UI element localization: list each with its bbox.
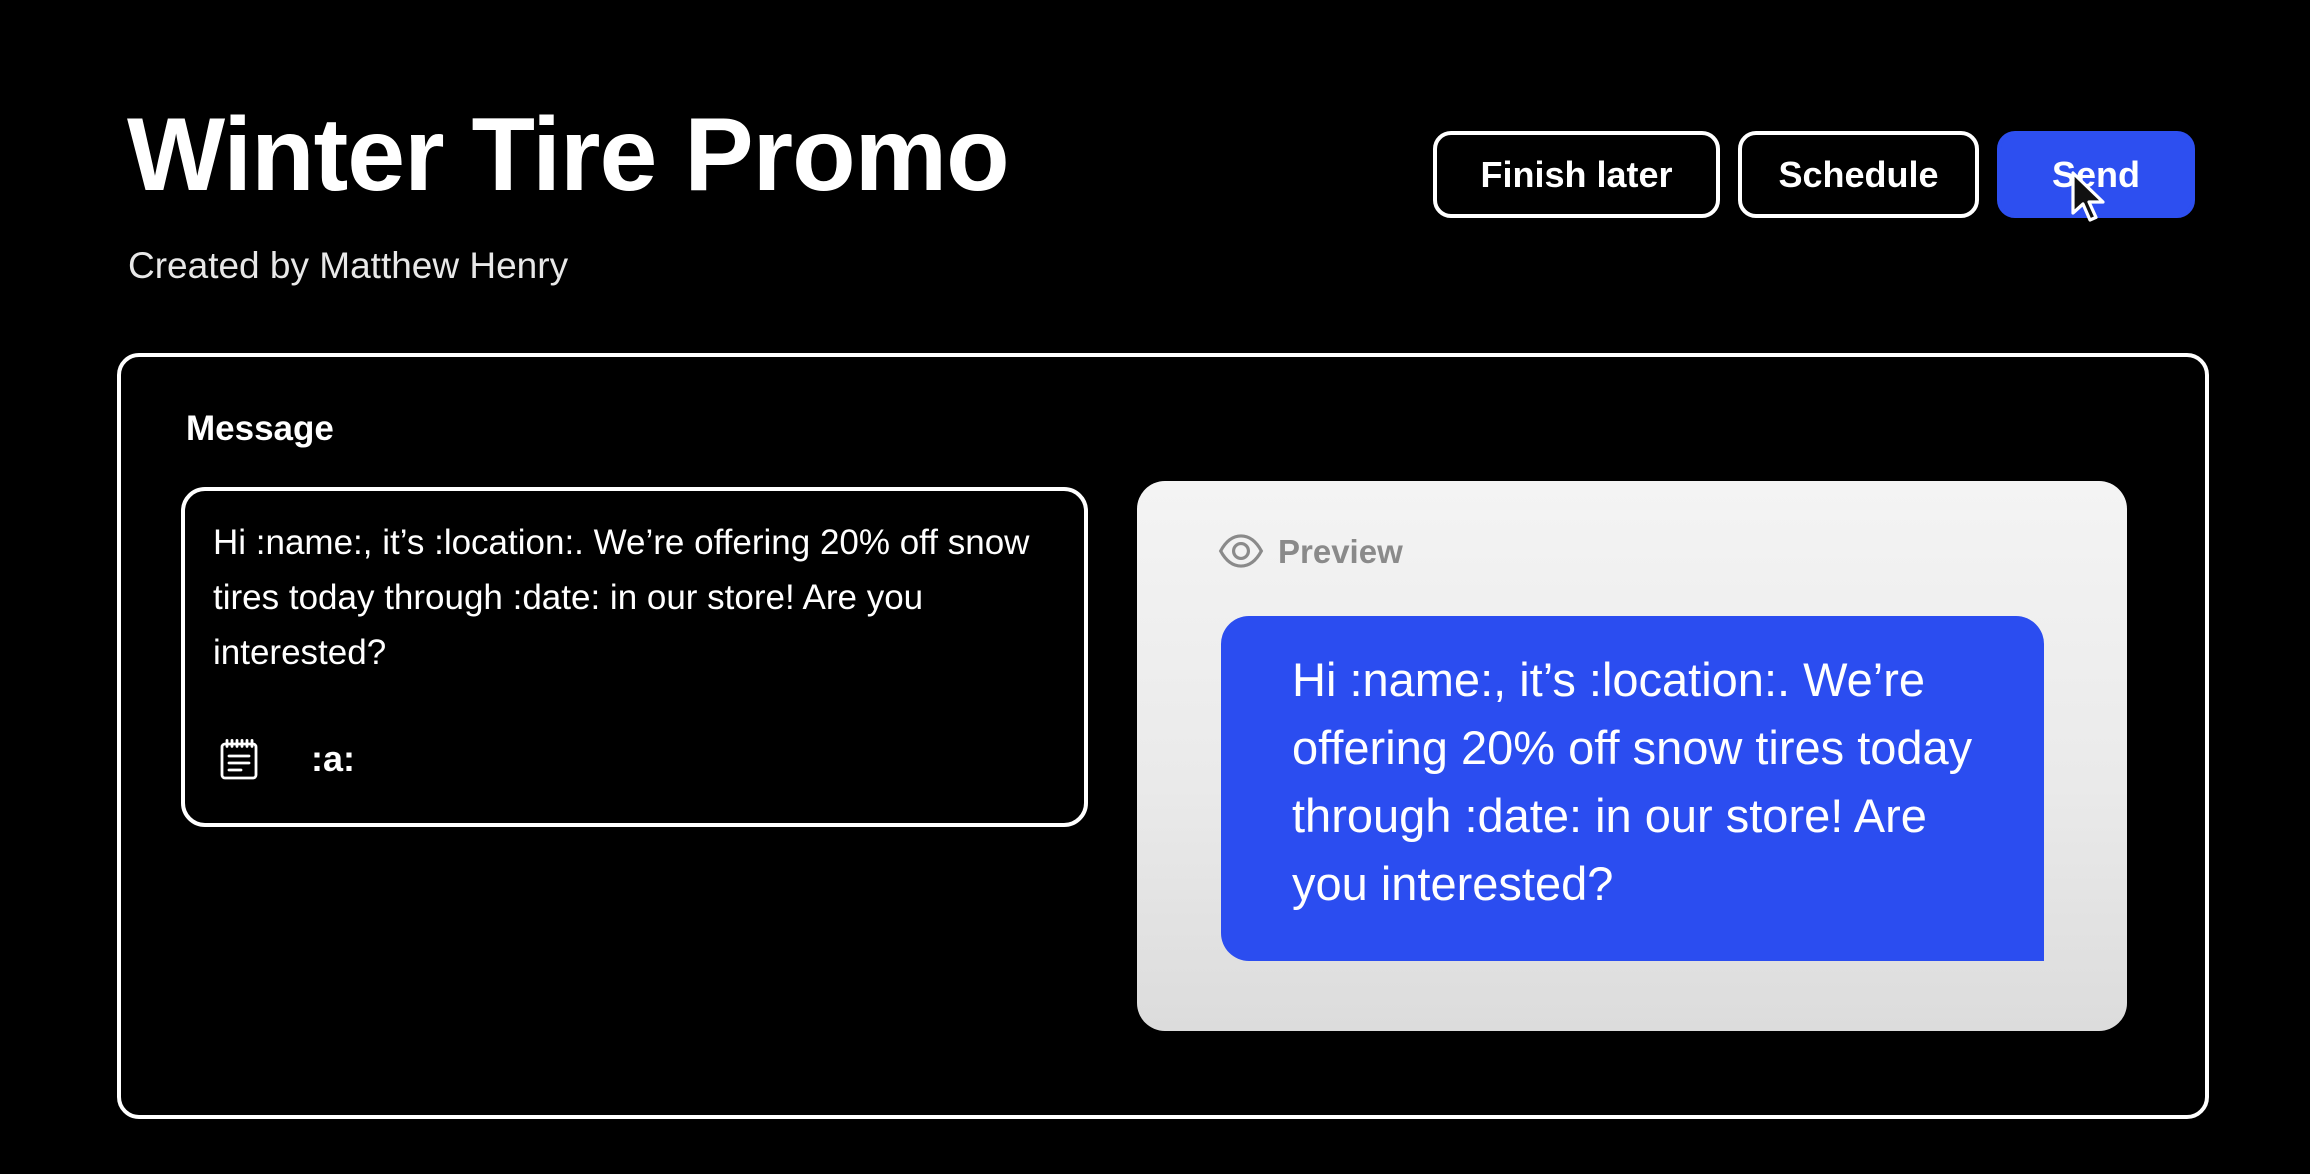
message-panel: Message Hi :name:, it’s :location:. We’r… xyxy=(117,353,2209,1119)
schedule-button[interactable]: Schedule xyxy=(1738,131,1979,218)
mouse-pointer-icon xyxy=(2071,171,2105,222)
preview-card: Preview Hi :name:, it’s :location:. We’r… xyxy=(1137,481,2127,1031)
message-preview-bubble: Hi :name:, it’s :location:. We’re offeri… xyxy=(1221,616,2044,961)
created-by-label: Created by Matthew Henry xyxy=(128,245,569,286)
message-section-label: Message xyxy=(186,409,334,448)
message-editor[interactable]: Hi :name:, it’s :location:. We’re offeri… xyxy=(181,487,1088,827)
message-input[interactable]: Hi :name:, it’s :location:. We’re offeri… xyxy=(213,515,1033,680)
notes-icon[interactable] xyxy=(215,736,263,784)
eye-icon xyxy=(1218,534,1264,568)
action-buttons: Finish later Schedule Send xyxy=(1433,131,2195,222)
finish-later-button[interactable]: Finish later xyxy=(1433,131,1720,218)
send-button[interactable]: Send xyxy=(1997,131,2195,222)
page-title: Winter Tire Promo xyxy=(127,97,1010,213)
preview-label: Preview xyxy=(1278,533,1403,570)
placeholder-token-button[interactable]: :a: xyxy=(311,737,355,781)
preview-message-text: Hi :name:, it’s :location:. We’re offeri… xyxy=(1292,653,1973,910)
